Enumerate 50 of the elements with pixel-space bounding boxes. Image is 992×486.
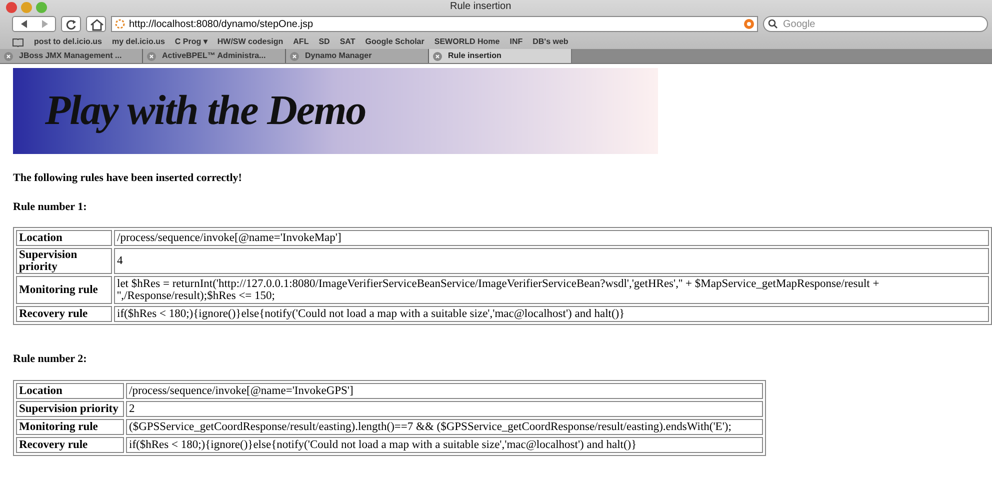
table-header-cell: Supervision priority: [16, 248, 112, 274]
table-header-cell: Recovery rule: [16, 306, 112, 322]
bookmark-link[interactable]: SEWORLD Home: [434, 36, 500, 48]
rule-heading: Rule number 2:: [13, 352, 88, 367]
table-cell: if($hRes < 180;){ignore()}else{notify('Could not load a map with a suitable size','mac@localhost') and halt()}: [114, 306, 989, 322]
close-tab-icon[interactable]: [433, 52, 442, 60]
table-cell: if($hRes < 180;){ignore()}else{notify('Could not load a map with a suitable size','mac@localhost') and halt()}: [126, 436, 763, 452]
reload-icon[interactable]: [61, 16, 81, 32]
bookmark-link[interactable]: SAT: [340, 36, 356, 48]
browser-tab[interactable]: Rule insertion: [429, 49, 572, 63]
window-title: Rule insertion: [450, 0, 512, 14]
table-cell: 4: [114, 248, 989, 274]
table-header-cell: Location: [16, 382, 124, 398]
table-header-cell: Recovery rule: [16, 436, 124, 452]
bookmark-link[interactable]: AFL: [293, 36, 309, 48]
bookmark-link[interactable]: post to del.icio.us: [34, 36, 102, 48]
table-cell: ($GPSService_getCoordResponse/result/easting).length()==7 && ($GPSService_getCoordResponse/result/easting).endsWith('E');: [126, 418, 763, 434]
bookmark-link[interactable]: SD: [318, 36, 330, 48]
table-header-cell: Location: [16, 230, 112, 246]
table-cell: let $hRes = returnInt('http://127.0.0.1:8080/ImageVerifierServiceBeanService/ImageVerifierServiceBean?wsdl','getHRes','' + $MapService_getMapResponse/result + '',/Response/result);$hRes <= 150;: [114, 276, 989, 304]
table-header-cell: Monitoring rule: [16, 418, 124, 434]
table-cell: /process/sequence/invoke[@name='InvokeGPS']: [126, 382, 763, 398]
home-icon[interactable]: [86, 16, 106, 32]
table-cell: 2: [126, 400, 763, 416]
table-header-cell: Monitoring rule: [16, 276, 112, 304]
address-field[interactable]: http://localhost:8080/dynamo/stepOne.jsp: [111, 16, 758, 32]
close-tab-icon[interactable]: [147, 52, 156, 60]
search-icon: [768, 19, 780, 29]
bookmark-link[interactable]: my del.icio.us: [112, 36, 165, 48]
search-field[interactable]: Google: [763, 16, 988, 32]
rule-heading: Rule number 1:: [13, 200, 88, 214]
demo-banner: Play with the Demo: [13, 68, 658, 154]
loading-icon: [115, 19, 125, 29]
back-forward-buttons[interactable]: [12, 16, 56, 32]
browser-tab[interactable]: JBoss JMX Management ...: [0, 49, 143, 63]
bookmark-link[interactable]: HW/SW codesign: [217, 36, 284, 48]
table-header-cell: Supervision priority: [16, 400, 124, 416]
close-tab-icon[interactable]: [4, 52, 13, 60]
browser-tab[interactable]: Dynamo Manager: [286, 49, 429, 63]
table-cell: /process/sequence/invoke[@name='InvokeMap']: [114, 230, 989, 246]
bookmark-link[interactable]: INF: [510, 36, 523, 48]
close-tab-icon[interactable]: [290, 52, 299, 60]
browser-tab[interactable]: ActiveBPEL™ Administra...: [143, 49, 286, 63]
feed-icon[interactable]: [744, 19, 754, 29]
bookmark-link[interactable]: C Prog ▾: [174, 36, 208, 48]
close-window-icon[interactable]: [6, 2, 17, 12]
bookmark-link[interactable]: DB's web: [532, 36, 568, 48]
bookmark-link[interactable]: Google Scholar: [365, 36, 424, 48]
success-message: The following rules have been inserted correctly!: [13, 171, 243, 186]
book-icon[interactable]: [12, 38, 24, 46]
